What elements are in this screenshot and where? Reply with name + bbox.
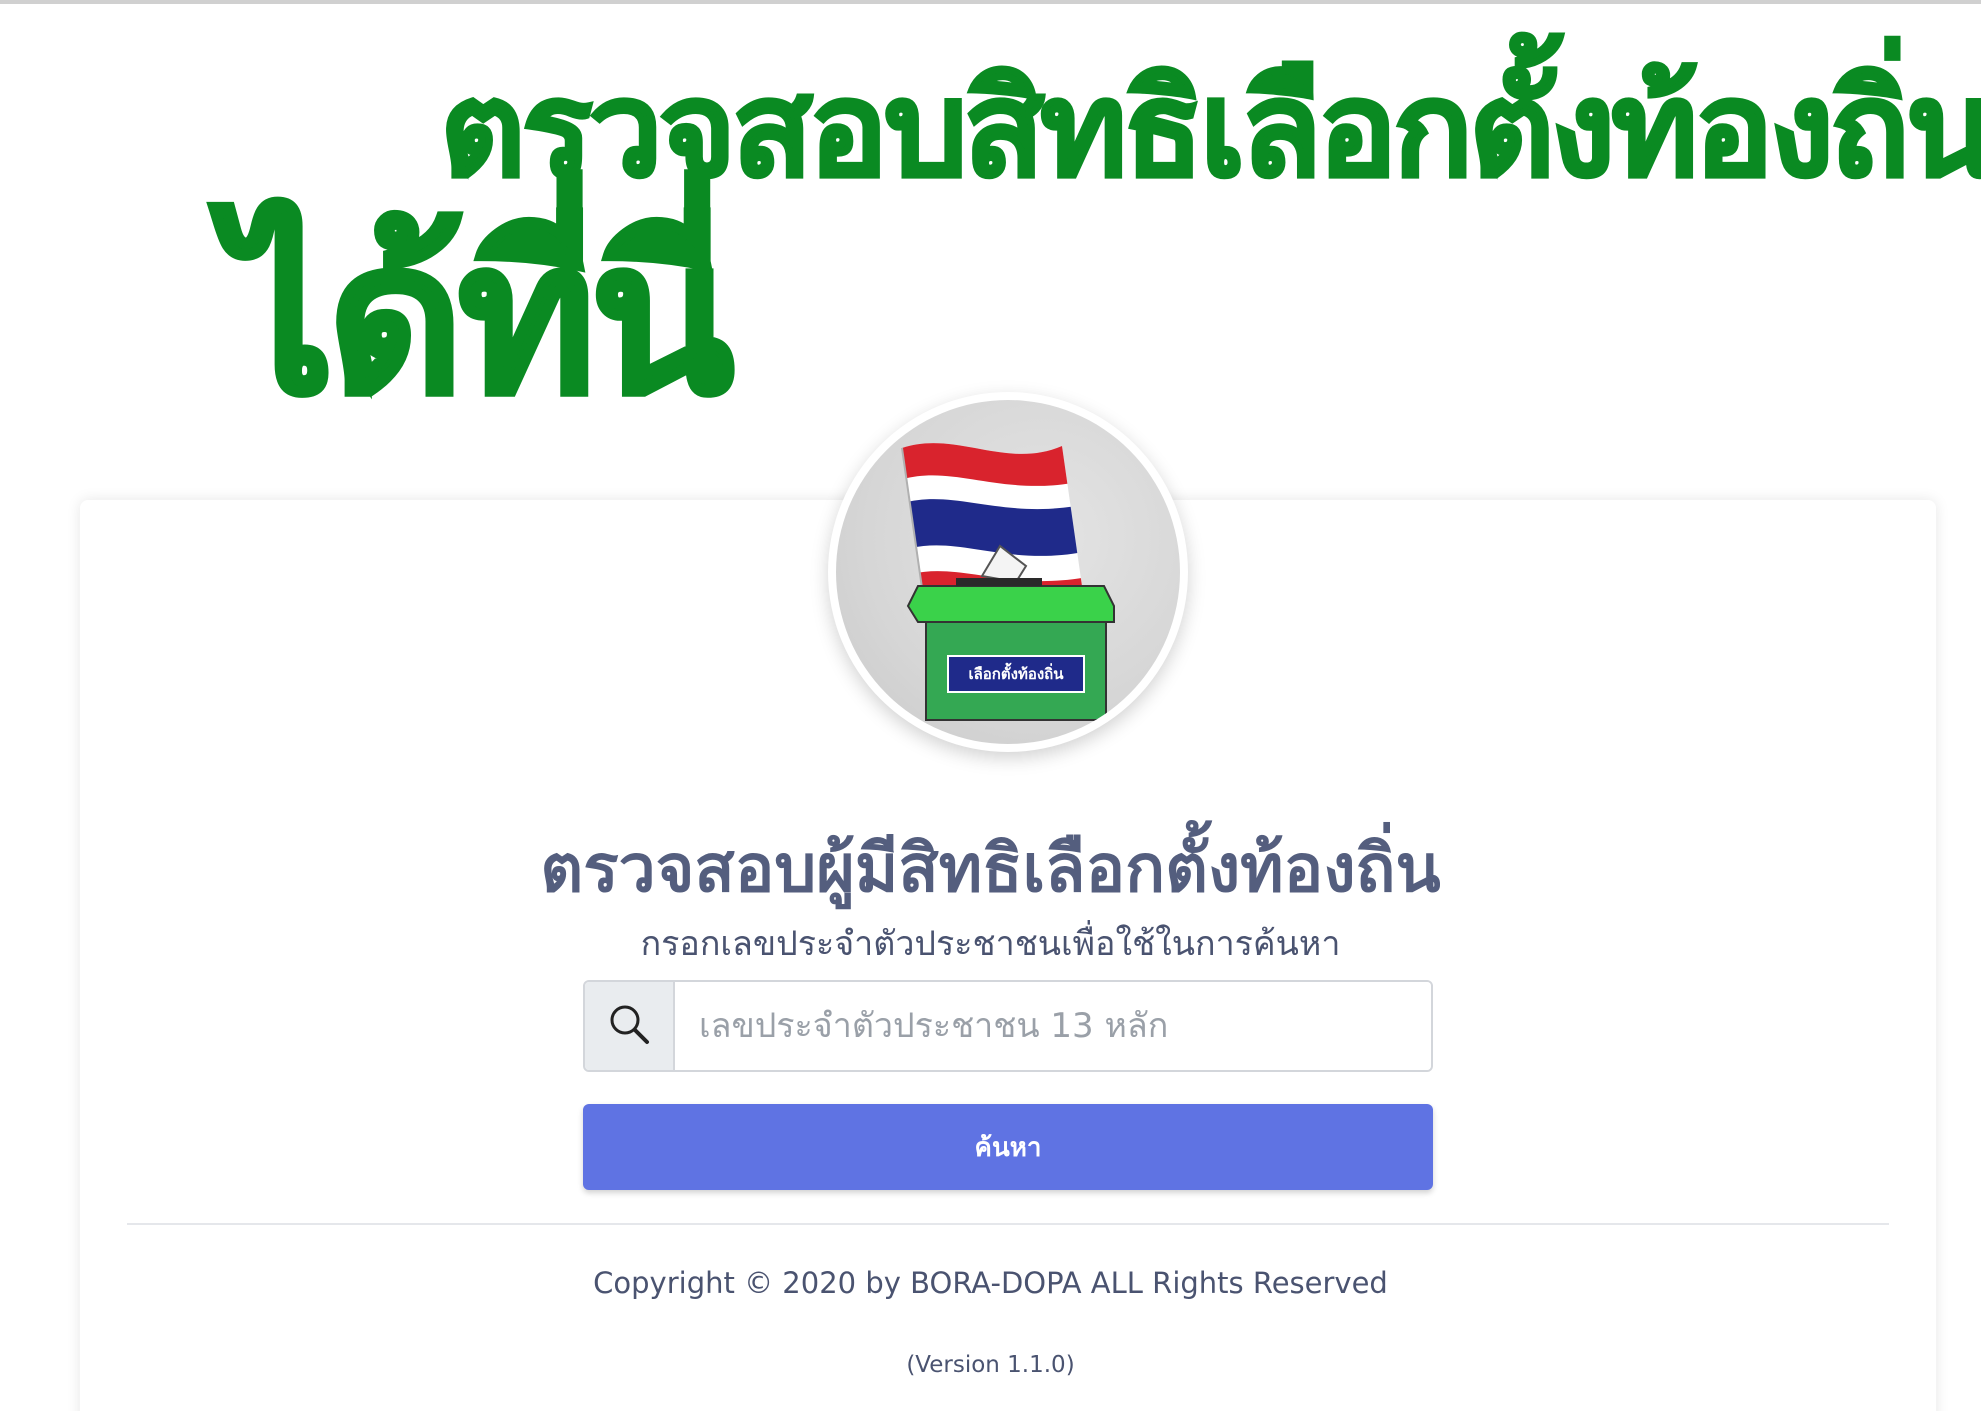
copyright-text: Copyright © 2020 by BORA-DOPA ALL Rights… [593,1266,1388,1300]
search-field-group [583,980,1433,1072]
ballot-box-label: เลือกตั้งท้องถิ่น [968,665,1064,683]
citizen-id-input[interactable] [675,982,1431,1070]
page: ตรวจสอบสิทธิเลือกตั้งท้องถิ่น ได้ที่นี่ [0,0,1981,1411]
search-icon [607,1002,651,1050]
page-title: ตรวจสอบผู้มีสิทธิเลือกตั้งท้องถิ่น [540,830,1441,907]
banner-subheadline: ได้ที่นี่ [226,196,737,441]
ballot-box-thai-flag-icon: เลือกตั้งท้องถิ่น [836,400,1180,744]
version-text: (Version 1.1.0) [906,1352,1075,1378]
logo: เลือกตั้งท้องถิ่น [828,392,1188,752]
page-subtitle: กรอกเลขประจำตัวประชาชนเพื่อใช้ในการค้นหา [640,924,1341,964]
divider [127,1223,1889,1225]
banner-headline: ตรวจสอบสิทธิเลือกตั้งท้องถิ่น [438,53,1981,207]
search-button[interactable]: ค้นหา [583,1104,1433,1190]
search-addon [585,982,675,1070]
